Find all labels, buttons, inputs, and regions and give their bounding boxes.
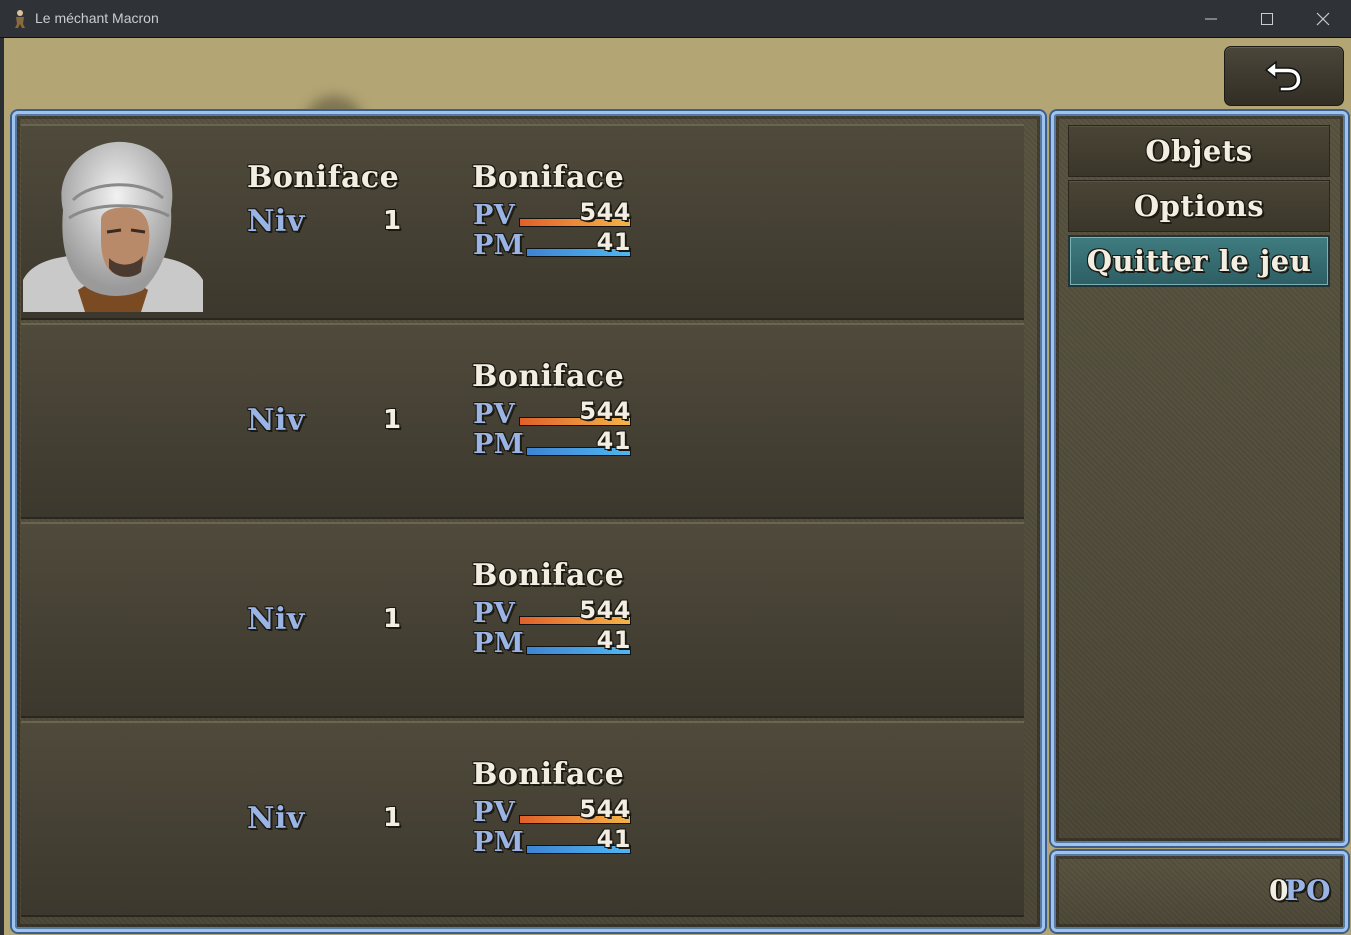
mp-value: 41 <box>596 228 631 256</box>
close-icon <box>1316 12 1330 26</box>
mp-value: 41 <box>596 427 631 455</box>
level-label: Niv <box>247 204 305 239</box>
hp-label: PV <box>473 200 516 231</box>
hp-value: 544 <box>579 198 631 226</box>
level-value: 1 <box>383 405 402 435</box>
level-label: Niv <box>247 403 305 438</box>
actor-class: Boniface <box>472 558 625 593</box>
hp-value: 544 <box>579 795 631 823</box>
window-titlebar: Le méchant Macron <box>0 0 1351 38</box>
party-member-row-1[interactable]: Boniface Niv 1 Boniface PV 544 PM 41 <box>21 124 1024 320</box>
close-button[interactable] <box>1295 0 1351 38</box>
hp-label: PV <box>473 797 516 828</box>
level-value: 1 <box>383 803 402 833</box>
actor-portrait <box>23 140 203 312</box>
back-arrow-icon <box>1264 60 1302 92</box>
level-label: Niv <box>247 801 305 836</box>
actor-face-image <box>23 141 203 312</box>
party-member-row-2[interactable]: Niv 1 Boniface PV 544 PM 41 <box>21 323 1024 519</box>
minimize-button[interactable] <box>1183 0 1239 38</box>
command-quitter-le-jeu[interactable]: Quitter le jeu <box>1068 235 1330 287</box>
maximize-icon <box>1261 13 1273 25</box>
maximize-button[interactable] <box>1239 0 1295 38</box>
party-member-row-3[interactable]: Niv 1 Boniface PV 544 PM 41 <box>21 522 1024 718</box>
hp-value: 544 <box>579 397 631 425</box>
minimize-icon <box>1205 18 1217 20</box>
level-label: Niv <box>247 602 305 637</box>
hp-label: PV <box>473 399 516 430</box>
mp-value: 41 <box>596 626 631 654</box>
level-value: 1 <box>383 604 402 634</box>
window-title: Le méchant Macron <box>35 10 159 26</box>
party-member-row-4[interactable]: Niv 1 Boniface PV 544 PM 41 <box>21 721 1024 917</box>
command-label: Objets <box>1145 134 1253 168</box>
command-options[interactable]: Options <box>1068 180 1330 232</box>
hp-value: 544 <box>579 596 631 624</box>
mp-label: PM <box>473 827 525 858</box>
level-value: 1 <box>383 206 402 236</box>
mp-label: PM <box>473 628 525 659</box>
actor-class: Boniface <box>472 359 625 394</box>
command-label: Options <box>1133 189 1265 223</box>
mp-value: 41 <box>596 825 631 853</box>
command-objets[interactable]: Objets <box>1068 125 1330 177</box>
command-label: Quitter le jeu <box>1086 244 1312 278</box>
game-screen: Boniface Niv 1 Boniface PV 544 PM 41 Niv… <box>4 38 1351 935</box>
app-icon <box>15 10 25 28</box>
gold-unit: PO <box>1284 874 1331 907</box>
actor-class: Boniface <box>472 160 625 195</box>
back-button[interactable] <box>1224 46 1344 106</box>
hp-label: PV <box>473 598 516 629</box>
actor-class: Boniface <box>472 757 625 792</box>
mp-label: PM <box>473 429 525 460</box>
mp-label: PM <box>473 230 525 261</box>
actor-name: Boniface <box>247 160 400 195</box>
